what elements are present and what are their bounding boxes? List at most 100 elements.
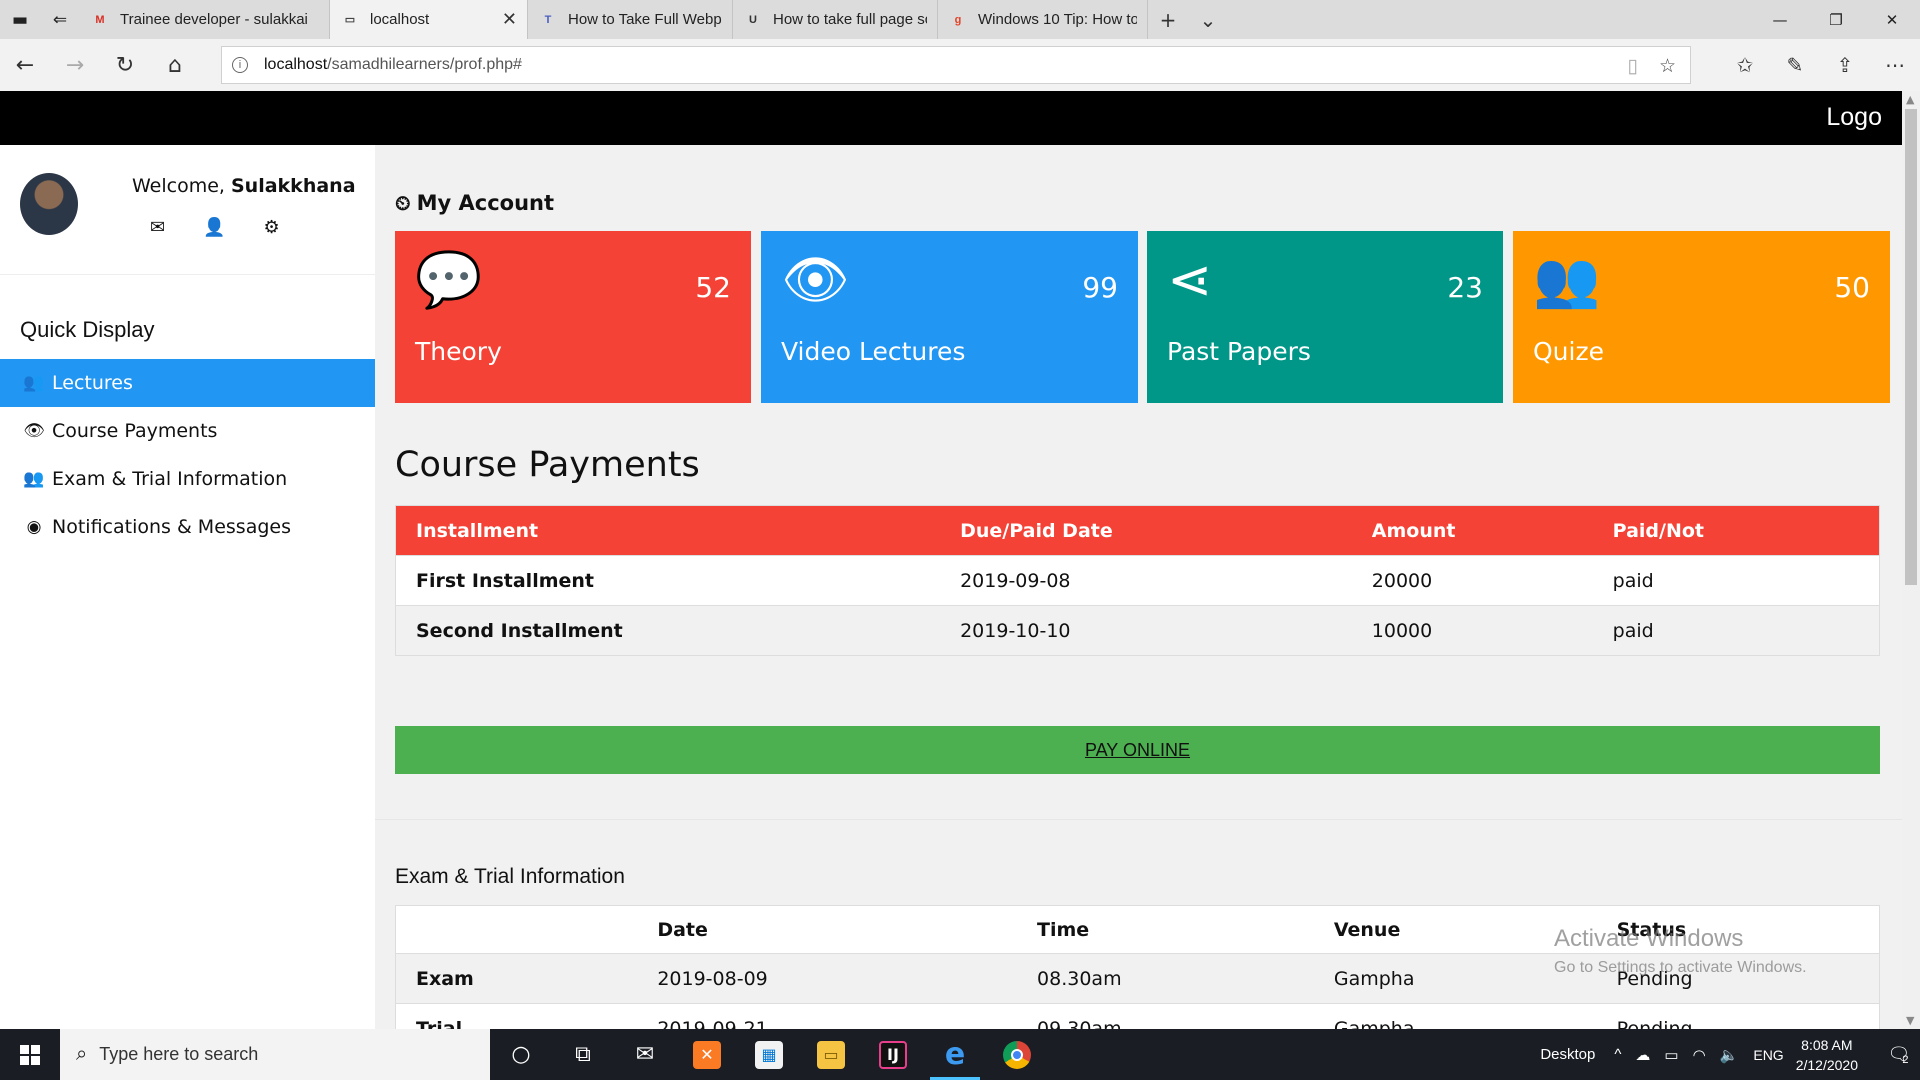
file-explorer-icon[interactable]: ▭ [800, 1029, 862, 1080]
xampp-app-icon[interactable]: ✕ [676, 1029, 738, 1080]
gmail-icon: M [95, 13, 105, 26]
sidebar-item-notifications-messages[interactable]: ◉ Notifications & Messages [0, 503, 375, 551]
column-header: Time [1017, 905, 1314, 954]
reading-view-icon[interactable]: ▯ [1628, 55, 1638, 78]
sidebar-menu: 👥 Lectures 👁 Course Payments 👥 Exam & Trial I… [0, 359, 375, 551]
tab-title: How to Take Full Webpage : [568, 11, 722, 28]
main-content: ⏲ My Account 💬 52 Theory 👁 99 Video Lectures ⋖ 2… [375, 145, 1902, 1054]
stat-label: Video Lectures [781, 337, 966, 366]
browser-tab[interactable]: U How to take full page screei [733, 0, 938, 39]
browser-tab[interactable]: ▭ localhost ✕ [330, 0, 528, 39]
action-center-icon[interactable]: 🗨 2 [1876, 1029, 1920, 1080]
forward-button[interactable]: → [50, 39, 100, 91]
stat-card-quize[interactable]: 👥 50 Quize [1513, 231, 1890, 403]
address-bar[interactable]: i localhost/samadhilearners/prof.php# ▯ … [221, 46, 1691, 84]
stat-label: Quize [1533, 337, 1604, 366]
stat-label: Past Papers [1167, 337, 1311, 366]
clock[interactable]: 8:08 AM 2/12/2020 [1796, 1035, 1858, 1075]
show-hidden-icons-chevron-icon[interactable]: ^ [1614, 1046, 1621, 1063]
close-window-button[interactable]: ✕ [1864, 0, 1920, 39]
share-icon: ⋖ [1167, 248, 1213, 311]
address-toolbar: ← → ↻ ⌂ i localhost/samadhilearners/prof… [0, 39, 1920, 91]
quick-display-title: Quick Display [20, 317, 155, 342]
scroll-down-icon[interactable]: ▼ [1906, 1014, 1914, 1027]
browser-tab[interactable]: g Windows 10 Tip: How to Tal [938, 0, 1148, 39]
cortana-icon[interactable]: ○ [490, 1029, 552, 1080]
watermark-subtitle: Go to Settings to activate Windows. [1554, 959, 1807, 976]
envelope-icon[interactable]: ✉ [150, 217, 165, 238]
minimize-button[interactable]: — [1752, 0, 1808, 39]
tab-actions-icon[interactable]: ▬ [0, 0, 40, 39]
wifi-icon[interactable]: ◠ [1693, 1046, 1706, 1064]
desktop-toolbar-label[interactable]: Desktop [1540, 1046, 1595, 1063]
close-tab-icon[interactable]: ✕ [502, 9, 517, 30]
stat-label: Theory [415, 337, 502, 366]
table-cell: paid [1592, 605, 1880, 656]
favorites-icon[interactable]: ✩ [1720, 39, 1770, 91]
edge-app-icon[interactable]: e [924, 1029, 986, 1080]
task-view-icon[interactable]: ⧉ [552, 1029, 614, 1080]
column-header [395, 905, 638, 954]
bullseye-icon: ◉ [26, 517, 42, 537]
sidebar-item-label: Course Payments [52, 420, 218, 442]
info-icon[interactable]: i [232, 57, 248, 73]
intellij-app-icon[interactable]: IJ [862, 1029, 924, 1080]
browser-tab[interactable]: T How to Take Full Webpage : [528, 0, 733, 39]
window-controls: — ❐ ✕ [1752, 0, 1920, 39]
stat-card-video-lectures[interactable]: 👁 99 Video Lectures [761, 231, 1138, 403]
favorite-star-icon[interactable]: ☆ [1659, 55, 1676, 78]
stat-count: 99 [1082, 271, 1118, 304]
sidebar-item-label: Notifications & Messages [52, 516, 291, 538]
volume-icon[interactable]: 🔈 [1720, 1046, 1739, 1064]
set-aside-tabs-icon[interactable]: ⇐ [40, 0, 80, 39]
search-placeholder: Type here to search [99, 1044, 259, 1064]
browser-tab[interactable]: M Trainee developer - sulakkai [80, 0, 330, 39]
new-tab-button[interactable]: + [1148, 0, 1188, 39]
pay-online-button[interactable]: PAY ONLINE [395, 726, 1880, 774]
onedrive-cloud-icon[interactable]: ☁ [1635, 1046, 1650, 1064]
site-icon: g [954, 13, 962, 26]
scrollbar-thumb[interactable] [1905, 109, 1917, 585]
taskbar-search[interactable]: ⌕ Type here to search [60, 1029, 490, 1080]
restore-button[interactable]: ❐ [1808, 0, 1864, 39]
user-icon[interactable]: 👤 [203, 217, 225, 238]
payments-table: Installment Due/Paid Date Amount Paid/Not F… [395, 505, 1880, 656]
browser-tab-bar: ▬ ⇐ M Trainee developer - sulakkai ▭ localh… [0, 0, 1920, 39]
profile-panel: Welcome, Sulakkhana ✉ 👤 ⚙ [0, 145, 375, 275]
dashboard-icon: ⏲ [395, 191, 411, 215]
welcome-text: Welcome, Sulakkhana [132, 175, 356, 197]
scroll-up-icon[interactable]: ▲ [1906, 93, 1914, 106]
back-button[interactable]: ← [0, 39, 50, 91]
sidebar: Welcome, Sulakkhana ✉ 👤 ⚙ Quick Display … [0, 145, 375, 1029]
gear-icon[interactable]: ⚙ [264, 217, 280, 238]
logo[interactable]: Logo [1826, 103, 1882, 132]
stat-card-past-papers[interactable]: ⋖ 23 Past Papers [1147, 231, 1503, 403]
chrome-app-icon[interactable] [986, 1029, 1048, 1080]
home-button[interactable]: ⌂ [150, 39, 200, 91]
store-app-icon[interactable]: ▦ [738, 1029, 800, 1080]
battery-icon[interactable]: ▭ [1664, 1046, 1678, 1064]
clock-time: 8:08 AM [1801, 1036, 1853, 1053]
language-indicator[interactable]: ENG [1753, 1047, 1783, 1063]
page-scrollbar[interactable]: ▲ ▼ [1902, 91, 1920, 1029]
sidebar-item-lectures[interactable]: 👥 Lectures [0, 359, 375, 407]
windows-logo-icon [20, 1044, 40, 1065]
start-button[interactable] [0, 1029, 60, 1080]
sidebar-item-exam-trial-information[interactable]: 👥 Exam & Trial Information [0, 455, 375, 503]
stat-card-theory[interactable]: 💬 52 Theory [395, 231, 751, 403]
sidebar-item-course-payments[interactable]: 👁 Course Payments [0, 407, 375, 455]
section-divider [375, 819, 1902, 820]
table-cell: paid [1592, 555, 1880, 606]
share-icon[interactable]: ⇪ [1820, 39, 1870, 91]
url-host: localhost [264, 56, 328, 73]
tab-list-chevron-icon[interactable]: ⌄ [1188, 0, 1228, 39]
refresh-button[interactable]: ↻ [100, 39, 150, 91]
mail-app-icon[interactable]: ✉ [614, 1029, 676, 1080]
pen-notes-icon[interactable]: ✎ [1770, 39, 1820, 91]
welcome-prefix: Welcome, [132, 175, 231, 197]
table-cell: 08.30am [1017, 953, 1314, 1004]
column-header: Due/Paid Date [940, 505, 1352, 556]
my-account-heading: ⏲ My Account [395, 191, 554, 215]
stat-cards: 💬 52 Theory 👁 99 Video Lectures ⋖ 23 Past Papers… [395, 231, 1890, 403]
more-icon[interactable]: ⋯ [1870, 39, 1920, 91]
